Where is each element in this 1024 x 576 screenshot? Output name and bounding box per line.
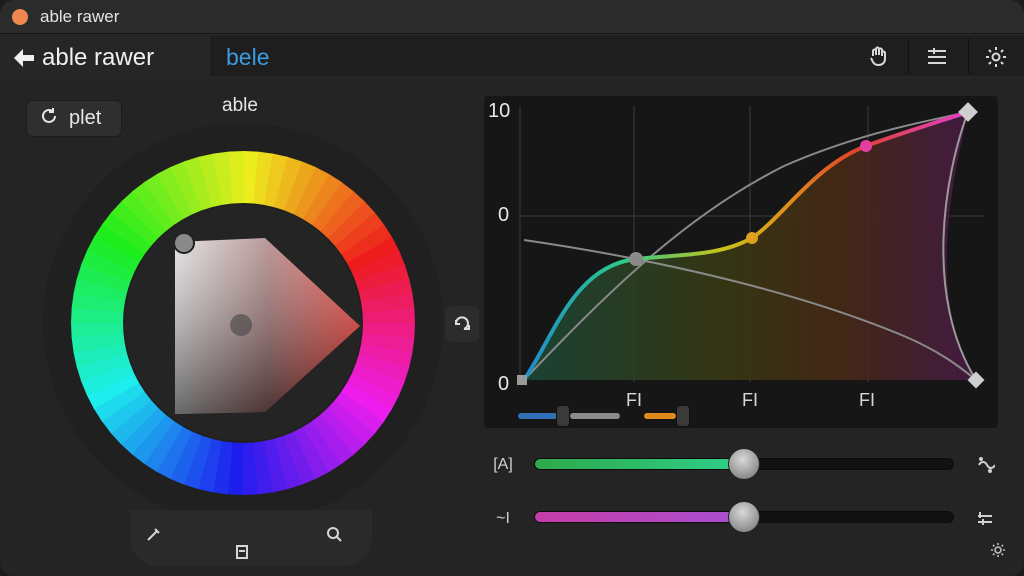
close-dot[interactable] — [12, 9, 28, 25]
mini-slider-gray[interactable] — [570, 413, 620, 419]
tune-icon[interactable] — [972, 506, 998, 532]
green-slider[interactable] — [534, 448, 954, 480]
mini-slider-orange[interactable] — [644, 413, 676, 419]
app-window: able rawer able rawer bele plet able 10 … — [0, 0, 1024, 576]
curve-point[interactable] — [629, 252, 643, 266]
x-axis-label: FI — [859, 390, 875, 410]
eyedropper-icon[interactable] — [142, 522, 166, 546]
slider-left-icon: ~I — [496, 510, 510, 527]
list-icon[interactable] — [923, 43, 951, 71]
mini-slider-knob[interactable] — [556, 405, 570, 427]
green-slider-fill — [535, 459, 744, 469]
wheel-footer — [130, 510, 372, 566]
balance-icon[interactable] — [230, 540, 254, 564]
y-axis-label-top: 10 — [488, 100, 511, 122]
tab-active[interactable] — [210, 36, 1024, 76]
color-wheel[interactable] — [40, 120, 446, 526]
rotate-icon — [452, 312, 472, 337]
y-axis-label-mid: 0 — [498, 204, 510, 226]
mini-slider-knob[interactable] — [676, 405, 690, 427]
gear-icon[interactable] — [982, 43, 1010, 71]
hand-icon[interactable] — [864, 43, 892, 71]
picker-handle[interactable] — [173, 232, 195, 254]
settings-gear-icon[interactable] — [986, 538, 1010, 562]
divider — [968, 38, 969, 74]
magenta-slider[interactable] — [534, 501, 954, 533]
curve-point[interactable] — [746, 232, 758, 244]
back-arrow-icon[interactable] — [12, 46, 36, 70]
tab-label[interactable]: bele — [226, 44, 269, 71]
page-title: able rawer — [42, 44, 155, 71]
spark-icon[interactable] — [972, 452, 998, 478]
titlebar: able rawer — [0, 0, 1024, 34]
green-slider-knob[interactable] — [728, 448, 760, 480]
reset-icon[interactable] — [322, 522, 346, 546]
y-axis-label-bottom: 0 — [498, 373, 510, 395]
center-dot — [230, 314, 252, 336]
x-axis-label: FI — [742, 390, 758, 410]
slider-left-icon: [A] — [493, 456, 513, 473]
window-title: able rawer — [40, 7, 120, 26]
curve-point[interactable] — [860, 140, 872, 152]
wheel-label: able — [222, 95, 258, 116]
magenta-slider-fill — [535, 512, 744, 522]
magenta-slider-knob[interactable] — [728, 501, 760, 533]
divider — [908, 38, 909, 74]
rotate-button[interactable] — [445, 306, 479, 342]
curve-point[interactable] — [517, 375, 527, 385]
curve-graph[interactable] — [484, 96, 998, 428]
x-axis-label: FI — [626, 390, 642, 410]
